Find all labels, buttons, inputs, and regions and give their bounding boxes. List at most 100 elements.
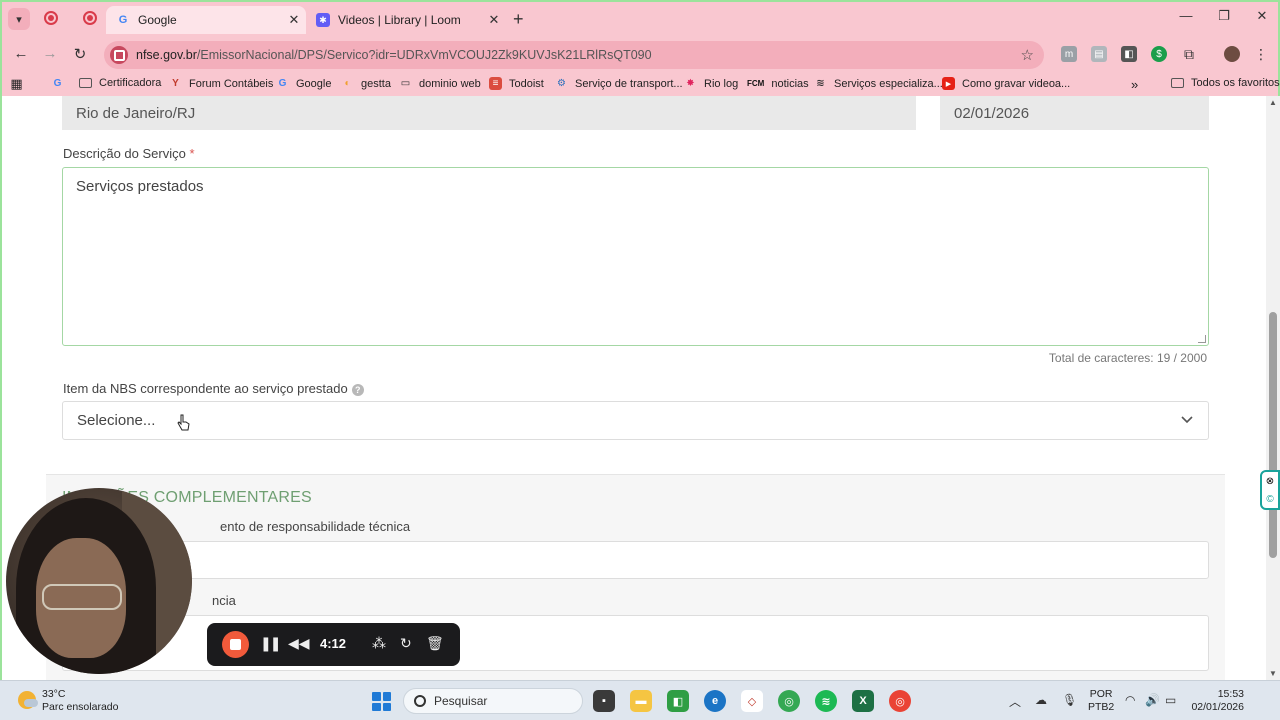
riolog-icon: ✸ [686,78,695,89]
tray-chevron-up-icon[interactable]: ︿ [1009,693,1021,710]
tab-google[interactable]: G Google ✕ [106,6,306,34]
extension-dollar-icon[interactable]: $ [1151,46,1167,62]
system-clock[interactable]: 15:53 02/01/2026 [1190,688,1244,714]
language-indicator[interactable]: POR PTB2 [1088,688,1114,714]
page-scrollbar[interactable]: ▲ ▼ [1266,96,1280,680]
spotify-icon[interactable]: ≋ [815,690,837,712]
tab-search-button[interactable]: ▾ [8,8,30,30]
required-mark: * [189,146,195,161]
scrollbar-thumb[interactable] [1269,312,1277,558]
recording-timer: 4:12 [320,636,347,651]
microphone-icon[interactable]: 🎙 [1062,693,1077,707]
bookmark-rio-log[interactable]: ✸ Rio log [684,77,738,90]
bookmark-gestta[interactable]: ◐ gestta [341,77,391,90]
widget-icon[interactable]: © [1266,494,1273,505]
onedrive-icon[interactable]: ☁ [1035,693,1047,707]
close-tab-button[interactable]: ✕ [486,12,502,28]
browser-toolbar: ← → ↻ nfse.gov.br/EmissorNacional/DPS/Se… [2,40,1278,70]
google-icon: G [278,78,287,89]
excel-icon[interactable]: X [852,690,874,712]
restart-icon[interactable]: ↻ [400,635,412,652]
file-explorer-icon[interactable]: ▬ [630,690,652,712]
chrome-profile-icon[interactable]: ◎ [889,690,911,712]
tab-title: Google [138,13,177,27]
tab-strip: ▾ G Google ✕ ✱ Videos | Library | Loom ✕… [2,2,1278,36]
trash-icon[interactable]: 🗑 [426,635,444,652]
draw-grid-icon[interactable]: ⁂ [372,635,386,652]
resp-tecnica-input[interactable] [62,541,1209,579]
back-button[interactable]: ← [12,45,30,62]
folder-icon [1171,78,1184,88]
task-view-icon[interactable]: ▪ [593,690,615,712]
extension-m-icon[interactable]: m [1061,46,1077,62]
weather-desc: Parc ensolarado [42,701,119,713]
help-icon[interactable]: ? [351,383,364,396]
app-icon[interactable]: ◧ [667,690,689,712]
new-tab-button[interactable]: + [513,9,524,30]
tab-title: Videos | Library | Loom [338,13,461,27]
close-window-button[interactable]: ✕ [1252,8,1272,24]
minimize-button[interactable]: — [1176,8,1196,23]
scroll-up-icon[interactable]: ▲ [1269,98,1277,107]
profile-avatar[interactable] [1224,46,1240,62]
pause-icon[interactable]: ❚❚ [260,635,282,652]
reload-button[interactable]: ↻ [71,45,89,63]
webcam-glasses [42,584,122,610]
tab-loom[interactable]: ✱ Videos | Library | Loom ✕ [306,6,506,34]
bookmark-star-icon[interactable]: ☆ [1021,46,1034,64]
apps-grid-icon[interactable]: ▦ [10,76,30,91]
bookmark-google-icon[interactable]: G [51,77,71,90]
restore-button[interactable]: ❐ [1214,8,1234,24]
taskbar-search[interactable]: Pesquisar [403,688,583,714]
browser-chrome: ▾ G Google ✕ ✱ Videos | Library | Loom ✕… [0,0,1280,96]
extension-icon[interactable]: ◧ [1121,46,1137,62]
all-favorites-folder[interactable]: Todos os favoritos [1171,77,1280,89]
weather-widget[interactable]: 33°C Parc ensolarado [42,688,118,714]
extension-icon[interactable]: ▤ [1091,46,1107,62]
bookmark-dominio-web[interactable]: ▭ dominio web [399,77,481,90]
close-tab-button[interactable]: ✕ [286,12,302,28]
accessibility-widget[interactable]: ⊗ © [1260,470,1280,510]
nbs-select-value: Selecione... [77,412,156,429]
forward-button[interactable]: → [41,45,59,62]
bookmark-todoist[interactable]: ≡ Todoist [489,77,544,90]
descricao-textarea[interactable]: Serviços prestados [62,167,1209,346]
stop-recording-button[interactable] [222,631,249,658]
windows-start-icon[interactable] [372,692,391,711]
volume-icon[interactable]: 🔊 [1145,693,1160,707]
todoist-icon: ≡ [489,77,502,90]
site-info-icon[interactable] [110,46,128,64]
bookmark-servicos-especializados[interactable]: ≋ Serviços especializa... [814,77,943,90]
scroll-down-icon[interactable]: ▼ [1269,669,1277,678]
rewind-icon[interactable]: ◀◀ [288,635,310,652]
bookmark-google[interactable]: G Google [276,77,332,90]
more-bookmarks-button[interactable]: » [1131,77,1138,92]
hand-cursor-icon [177,414,190,431]
weather-icon[interactable] [18,691,38,709]
resize-handle-icon[interactable] [1198,335,1206,343]
battery-icon[interactable]: ▭ [1165,693,1176,707]
chrome-icon[interactable]: ◎ [778,690,800,712]
url-text: nfse.gov.br/EmissorNacional/DPS/Servico?… [136,48,652,62]
address-bar[interactable]: nfse.gov.br/EmissorNacional/DPS/Servico?… [104,41,1044,69]
nbs-select[interactable]: Selecione... [62,401,1209,440]
wifi-icon[interactable]: ◠ [1125,693,1135,707]
folder-icon [79,78,92,88]
extensions-puzzle-icon[interactable]: ⧉ [1181,46,1197,62]
edge-icon[interactable]: e [704,690,726,712]
bookmark-servico-transporte[interactable]: ⚙ Serviço de transport... [555,77,683,90]
close-icon[interactable]: ⊗ [1266,476,1274,487]
search-icon [414,695,426,707]
google-icon: G [118,14,128,26]
bookmark-como-gravar[interactable]: ▶ Como gravar videoa... [942,77,1070,90]
app-icon[interactable]: ◇ [741,690,763,712]
bookmark-certificadora[interactable]: Certificadora [79,77,161,89]
resp-tecnica-label: ento de responsabilidade técnica [220,519,411,534]
browser-menu-icon[interactable]: ⋮ [1253,46,1269,62]
bookmark-forum-contabeis[interactable]: Y Forum Contábeis [169,77,273,90]
char-counter: Total de caracteres: 19 / 2000 [1048,351,1207,365]
bookmark-noticias[interactable]: FCM noticias [747,77,809,90]
loom-icon: ✱ [316,13,330,27]
loom-webcam-bubble[interactable] [6,488,192,674]
recording-indicator-icon [83,11,97,25]
